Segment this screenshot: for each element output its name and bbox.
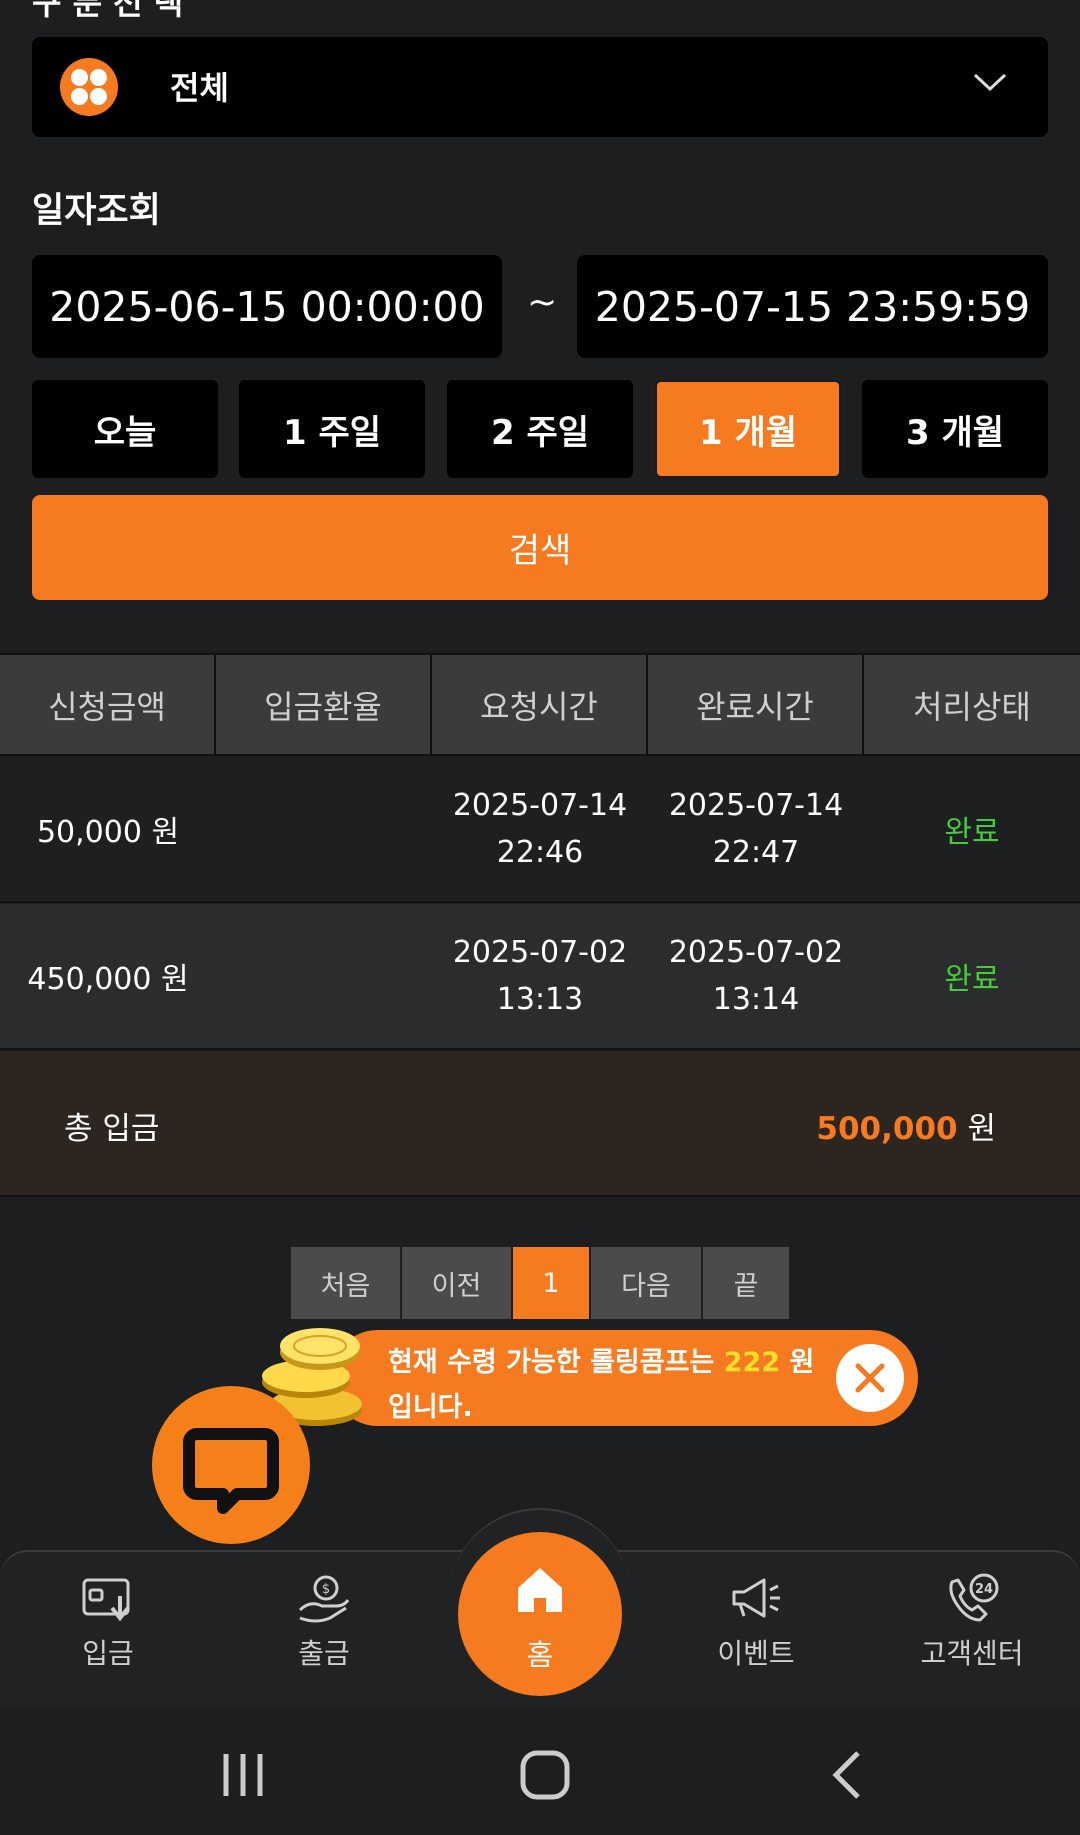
table-header: 신청금액 입금환율 요청시간 완료시간 처리상태 [0, 653, 1080, 756]
period-3month-button[interactable]: 3 개월 [862, 380, 1048, 478]
page-next-button[interactable]: 다음 [591, 1247, 703, 1319]
comp-unit: 원 [789, 1347, 815, 1378]
system-nav-bar [0, 1708, 1080, 1835]
comp-text-before: 현재 수령 가능한 롤링콤프는 [388, 1347, 715, 1378]
header-rate: 입금환율 [216, 655, 432, 754]
request-date: 2025-07-02 [452, 935, 628, 970]
cell-rate [216, 757, 432, 901]
grid-icon [60, 58, 118, 116]
header-status: 처리상태 [913, 687, 1031, 726]
phone-24-icon: 24 [949, 1573, 999, 1622]
total-value: 500,000 원 [816, 1103, 996, 1148]
svg-text:24: 24 [975, 1582, 993, 1597]
nav-home[interactable]: 홈 [458, 1532, 622, 1696]
nav-withdraw[interactable]: $ 출금 [234, 1572, 414, 1672]
table-row: 50,000 원 2025-07-14 22:46 2025-07-14 22:… [0, 757, 1080, 903]
page-last-button[interactable]: 끝 [703, 1247, 789, 1319]
date-separator: ~ [527, 282, 558, 323]
home-icon [518, 1568, 562, 1612]
pagination: 처음 이전 1 다음 끝 [291, 1247, 789, 1319]
type-select[interactable]: 전체 [32, 37, 1048, 137]
chat-button[interactable] [152, 1386, 310, 1544]
megaphone-icon [732, 1578, 780, 1618]
complete-clock: 13:14 [712, 982, 800, 1017]
close-icon [855, 1363, 885, 1393]
nav-support[interactable]: 24 고객센터 [882, 1572, 1062, 1672]
page-current-button[interactable]: 1 [513, 1247, 591, 1319]
total-amount: 500,000 [816, 1111, 958, 1147]
rolling-comp-banner[interactable]: 현재 수령 가능한 롤링콤프는 222 원 입니다. [330, 1330, 918, 1426]
nav-home-label: 홈 [526, 1638, 554, 1672]
nav-support-label: 고객센터 [920, 1637, 1024, 1670]
chevron-down-icon [973, 73, 1007, 92]
request-date: 2025-07-14 [452, 788, 628, 823]
cell-complete-time: 2025-07-14 22:47 [648, 757, 864, 901]
table-row: 450,000 원 2025-07-02 13:13 2025-07-02 13… [0, 904, 1080, 1050]
hand-coin-icon: $ [298, 1575, 350, 1623]
total-label: 총 입금 [64, 1111, 160, 1147]
period-2week-button[interactable]: 2 주일 [447, 380, 633, 478]
header-request-time: 요청시간 [432, 655, 648, 754]
cell-request-time: 2025-07-14 22:46 [432, 757, 648, 901]
header-amount: 신청금액 [0, 655, 216, 754]
comp-text-after: 입니다. [388, 1392, 473, 1423]
chat-bubble-icon [183, 1428, 279, 1514]
total-unit: 원 [967, 1111, 996, 1147]
request-clock: 13:13 [496, 982, 584, 1017]
period-1week-button[interactable]: 1 주일 [239, 380, 425, 478]
page-first-button[interactable]: 처음 [291, 1247, 402, 1319]
close-banner-button[interactable] [836, 1344, 904, 1412]
complete-clock: 22:47 [712, 835, 800, 870]
page-prev-button[interactable]: 이전 [402, 1247, 513, 1319]
back-icon[interactable] [828, 1749, 868, 1801]
date-from-field[interactable]: 2025-06-15 00:00:00 [32, 255, 502, 358]
comp-banner-text: 현재 수령 가능한 롤링콤프는 222 원 입니다. [388, 1340, 828, 1430]
period-today-button[interactable]: 오늘 [32, 380, 218, 478]
nav-event-label: 이벤트 [717, 1637, 795, 1670]
request-clock: 22:46 [496, 835, 584, 870]
nav-deposit-label: 입금 [82, 1637, 134, 1670]
cell-status: 완료 [944, 962, 1000, 997]
cell-rate [216, 904, 432, 1048]
cell-status: 완료 [944, 815, 1000, 850]
cell-amount: 450,000 원 [27, 962, 189, 997]
nav-withdraw-label: 출금 [298, 1637, 350, 1670]
header-complete-time: 완료시간 [648, 655, 864, 754]
comp-amount: 222 [723, 1347, 781, 1378]
wallet-deposit-icon [82, 1578, 130, 1622]
recent-apps-icon[interactable] [218, 1750, 268, 1800]
type-select-value: 전체 [170, 69, 229, 107]
section-heading-cut: 구 분 선 택 [32, 0, 184, 22]
date-to-field[interactable]: 2025-07-15 23:59:59 [577, 255, 1048, 358]
cell-amount: 50,000 원 [36, 815, 180, 850]
complete-date: 2025-07-02 [668, 935, 844, 970]
search-button[interactable]: 검색 [32, 495, 1048, 600]
svg-text:$: $ [322, 1582, 330, 1597]
cell-request-time: 2025-07-02 13:13 [432, 904, 648, 1048]
cell-complete-time: 2025-07-02 13:14 [648, 904, 864, 1048]
date-section-label: 일자조회 [32, 191, 161, 231]
period-1month-button[interactable]: 1 개월 [655, 380, 841, 478]
nav-event[interactable]: 이벤트 [666, 1572, 846, 1672]
total-row: 총 입금 500,000 원 [0, 1051, 1080, 1197]
home-system-icon[interactable] [519, 1749, 571, 1801]
complete-date: 2025-07-14 [668, 788, 844, 823]
nav-deposit[interactable]: 입금 [18, 1572, 198, 1672]
